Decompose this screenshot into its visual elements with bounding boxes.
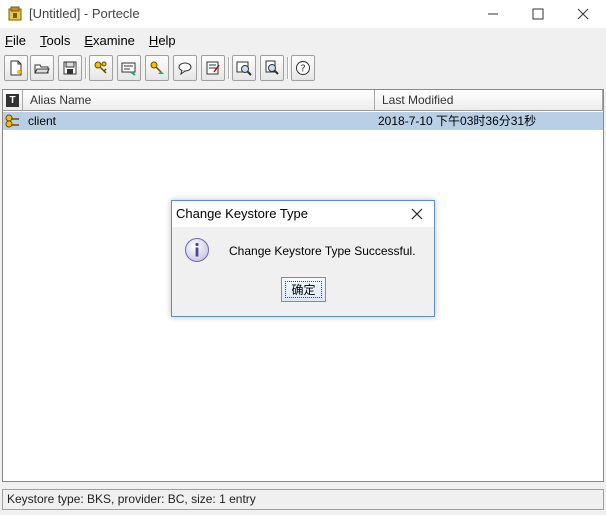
menu-tools-label: ools [46,32,71,48]
menu-file[interactable]: File [5,33,26,48]
last-modified-cell: 2018-7-10 下午03时36分31秒 [378,114,537,128]
generate-keypair-button[interactable] [89,55,113,81]
menu-bar: File Tools Examine Help [0,30,606,50]
generate-keypair-icon [94,61,107,74]
open-keystore-button[interactable] [30,55,54,81]
minimize-button[interactable] [470,0,516,28]
keypair-entry-icon [5,114,19,128]
window-title: [Untitled] - Portecle [29,6,140,21]
change-keystore-type-icon [178,62,192,76]
new-keystore-icon [10,60,22,76]
save-keystore-button[interactable] [58,55,82,81]
help-button[interactable]: ? [291,55,315,81]
type-column-icon: T [6,94,19,107]
menu-examine-label: xamine [93,32,135,48]
table-header: T Alias Name Last Modified [3,90,603,111]
keystore-report-button[interactable] [201,55,225,81]
open-keystore-icon [34,64,50,74]
portecle-app-icon [8,6,22,21]
menu-help[interactable]: Help [149,33,176,48]
dialog-title: Change Keystore Type [176,206,309,221]
menu-examine[interactable]: Examine [84,33,135,48]
close-button[interactable] [560,0,606,28]
entry-type-cell [5,112,21,130]
status-bar: Keystore type: BKS, provider: BC, size: … [2,489,604,510]
examine-certificate-button[interactable] [232,55,256,81]
examine-crl-icon [265,60,279,75]
ok-button[interactable]: 确定 [281,277,326,302]
menu-help-mnemonic: H [148,32,159,48]
examine-certificate-icon [236,61,252,76]
import-keypair-icon [150,61,164,74]
menu-file-label: ile [12,32,26,48]
title-bar: [Untitled] - Portecle [0,0,606,28]
maximize-button[interactable] [515,0,561,28]
close-icon [577,8,589,20]
maximize-icon [532,8,544,20]
change-keystore-type-dialog: Change Keystore Type Change Keystore Typ… [171,200,435,317]
dialog-title-bar: Change Keystore Type [172,201,434,227]
new-keystore-button[interactable] [4,55,28,81]
minimize-icon [488,13,498,15]
keystore-report-icon [206,61,220,75]
toolbar: ? [0,55,606,83]
dialog-message: Change Keystore Type Successful. [229,244,416,258]
svg-text:?: ? [300,64,305,75]
information-icon [185,238,209,262]
help-icon: ? [296,61,310,75]
change-keystore-type-button[interactable] [173,55,197,81]
menu-tools[interactable]: Tools [40,33,70,48]
column-header-alias[interactable]: Alias Name [23,90,375,111]
column-header-type[interactable]: T [3,90,23,111]
save-keystore-icon [63,61,77,75]
menu-file-mnemonic: F [5,32,13,48]
column-header-last-modified[interactable]: Last Modified [375,90,603,111]
examine-crl-button[interactable] [260,55,284,81]
alias-cell: client [28,114,57,128]
close-icon [411,208,423,220]
dialog-close-button[interactable] [408,205,426,223]
import-trusted-cert-icon [121,62,136,76]
import-keypair-button[interactable] [145,55,169,81]
table-row[interactable]: client 2018-7-10 下午03时36分31秒 [3,112,603,130]
menu-examine-mnemonic: E [84,32,93,48]
import-trusted-cert-button[interactable] [117,55,141,81]
menu-help-label: elp [158,32,176,48]
